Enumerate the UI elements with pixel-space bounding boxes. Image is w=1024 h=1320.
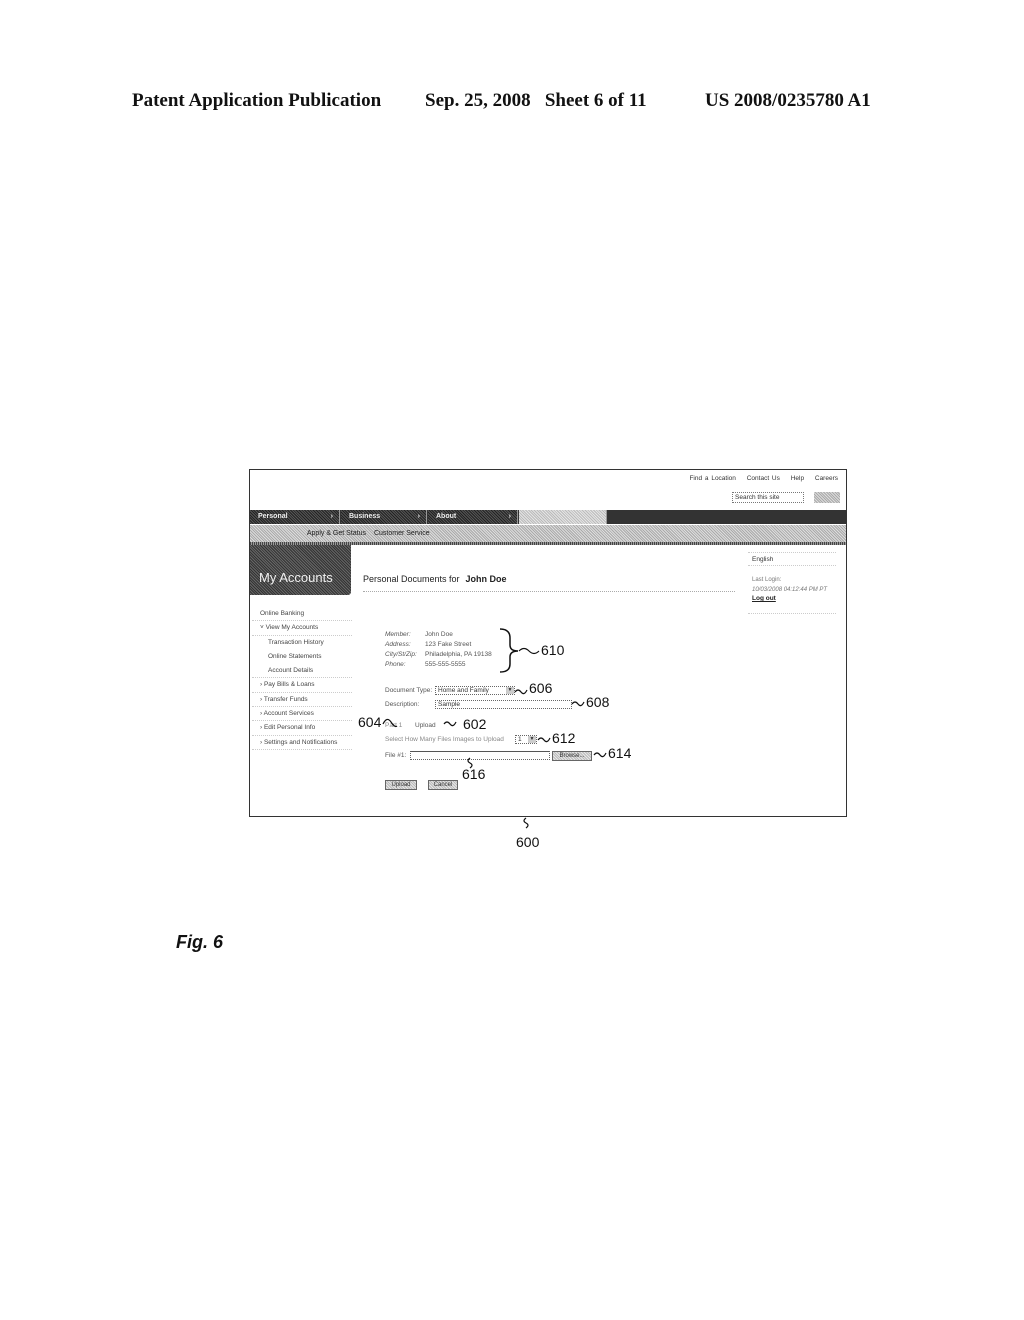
ref-610: 610 — [541, 642, 565, 658]
ref-614: 614 — [608, 745, 632, 761]
leader-608 — [571, 701, 585, 707]
ref-606: 606 — [529, 680, 553, 696]
ref-602: 602 — [463, 716, 487, 732]
ref-604: 604 — [358, 714, 382, 730]
leader-610 — [518, 647, 540, 655]
reference-leader-lines — [382, 628, 607, 829]
leader-614 — [593, 752, 607, 758]
ref-612: 612 — [552, 730, 576, 746]
ref-600: 600 — [516, 834, 540, 850]
ref-608: 608 — [586, 694, 610, 710]
leader-600 — [523, 817, 529, 829]
leader-612 — [537, 737, 551, 743]
leader-602 — [443, 721, 457, 727]
leader-604 — [382, 718, 398, 728]
ref-616: 616 — [462, 766, 486, 782]
brace-610 — [499, 628, 519, 673]
leader-606 — [514, 689, 528, 695]
figure-label: Fig. 6 — [176, 932, 224, 952]
